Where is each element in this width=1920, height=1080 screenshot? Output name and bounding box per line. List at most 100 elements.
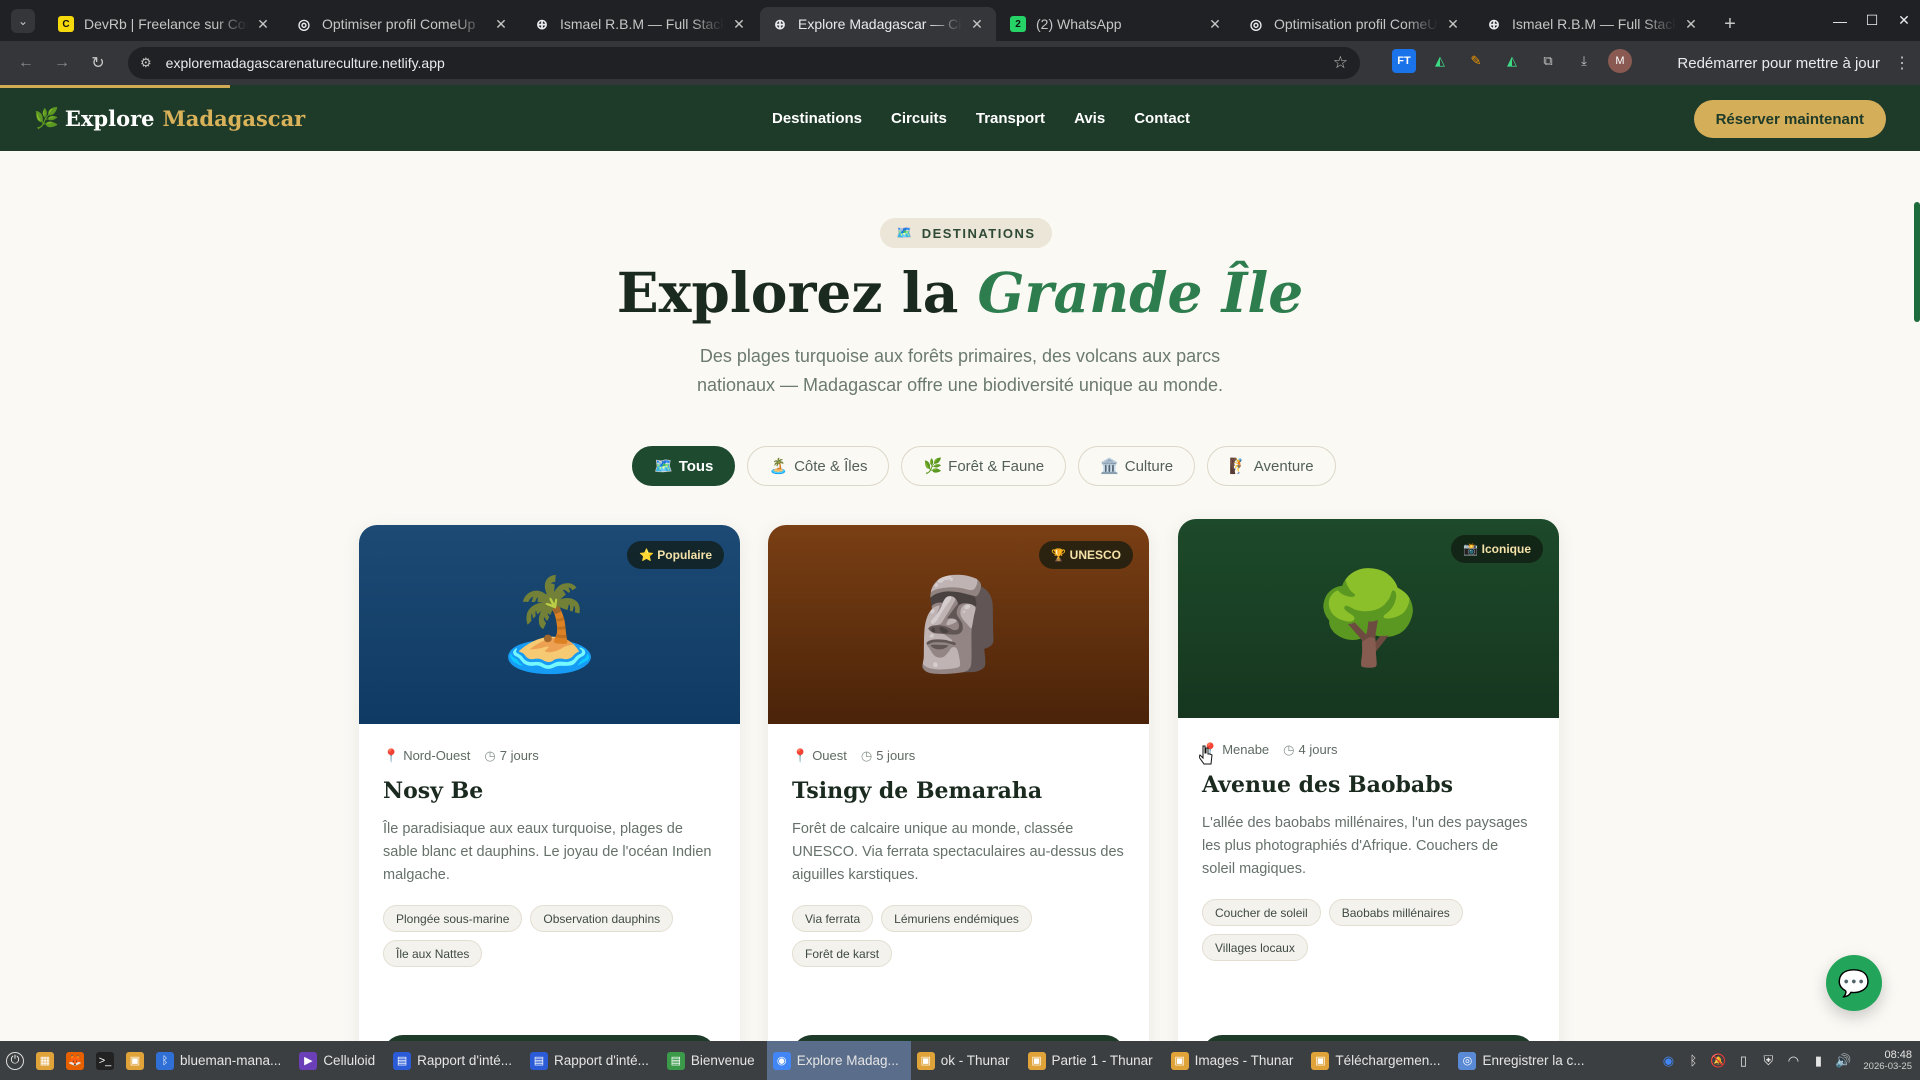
card-image: 📸 Iconique 🌳 — [1178, 519, 1559, 718]
browser-menu-icon[interactable]: ⋮ — [1894, 53, 1910, 73]
tab-favicon-icon: ⊕ — [774, 15, 786, 32]
tab-close-icon[interactable]: ✕ — [1682, 15, 1700, 33]
taskbar-window-button[interactable]: ▣ ok - Thunar — [911, 1041, 1022, 1080]
browser-tab[interactable]: ◎ Optimiser profil ComeUp ✕ — [284, 7, 520, 41]
system-tray: ◉ ᛒ 🔕 ▯ ⛨ ◠ ▮ 🔊 08:48 2026-03-25 — [1659, 1041, 1920, 1080]
wifi-icon[interactable]: ◠ — [1784, 1052, 1802, 1070]
taskbar-window-button[interactable]: ▤ Bienvenue — [661, 1041, 767, 1080]
browser-tab[interactable]: ⊕ Ismael R.B.M — Full Stack Dev ✕ — [1474, 7, 1710, 41]
tab-close-icon[interactable]: ✕ — [968, 15, 986, 33]
tab-favicon-icon: 2 — [1010, 16, 1026, 32]
chrome-tray-icon[interactable]: ◉ — [1659, 1052, 1677, 1070]
section-title-plain: Explorez la — [616, 260, 959, 325]
destination-card[interactable]: ⭐ Populaire 🏝️ 📍 Nord-Ouest ◷ 7 jours Nosy Be Î… — [359, 525, 740, 1041]
back-button[interactable]: ← — [8, 45, 44, 81]
extensions-puzzle-icon[interactable]: ⧉ — [1536, 49, 1560, 73]
reload-button[interactable]: ↻ — [80, 45, 116, 81]
clock[interactable]: 08:48 2026-03-25 — [1863, 1049, 1912, 1073]
filter-all[interactable]: 🗺️ Tous — [632, 446, 736, 486]
bluetooth-tray-icon[interactable]: ᛒ — [1684, 1052, 1702, 1070]
taskbar-launcher[interactable]: ▣ — [120, 1041, 150, 1080]
close-window-icon[interactable]: ✕ — [1888, 12, 1920, 29]
tab-close-icon[interactable]: ✕ — [254, 15, 272, 33]
section-subtitle: Des plages turquoise aux forêts primaire… — [696, 346, 1223, 395]
downloads-icon[interactable]: ⤓ — [1572, 49, 1596, 73]
battery-icon[interactable]: ▮ — [1809, 1052, 1827, 1070]
nav-destinations[interactable]: Destinations — [772, 110, 862, 127]
taskbar-launcher[interactable]: ▦ — [30, 1041, 60, 1080]
page-scrollbar-thumb[interactable] — [1914, 202, 1920, 322]
nav-avis[interactable]: Avis — [1074, 110, 1105, 127]
location-pin-icon: 📍 — [792, 748, 809, 763]
browser-tab[interactable]: ⊕ Explore Madagascar — Circuits ✕ — [760, 7, 996, 41]
tab-close-icon[interactable]: ✕ — [730, 15, 748, 33]
browser-tab[interactable]: ⊕ Ismael R.B.M — Full Stack Dev ✕ — [522, 7, 758, 41]
taskbar-window-button[interactable]: ▤ Rapport d'inté... — [387, 1041, 524, 1080]
taskbar-app-icon: ▣ — [916, 1051, 935, 1070]
nav-circuits[interactable]: Circuits — [891, 110, 947, 127]
address-bar[interactable]: ⚙ exploremadagascarenatureculture.netlif… — [128, 47, 1360, 79]
extension-vue-icon[interactable]: ◭ — [1500, 49, 1524, 73]
card-title[interactable]: Nosy Be — [383, 778, 716, 804]
chat-bubble-icon: 💬 — [1837, 967, 1871, 998]
filter-option[interactable]: 🌿 Forêt & Faune — [901, 446, 1067, 486]
extension-mountain-icon[interactable]: ◭ — [1428, 49, 1452, 73]
destination-card[interactable]: 🏆 UNESCO 🗿 📍 Ouest ◷ 5 jours Tsingy de Bemarah… — [768, 525, 1149, 1041]
destination-card[interactable]: 📸 Iconique 🌳 📍 Menabe ◷ 4 jours Avenue des Bao… — [1178, 519, 1559, 1041]
nav-transport[interactable]: Transport — [976, 110, 1045, 127]
browser-tab[interactable]: 2 (2) WhatsApp ✕ — [998, 7, 1234, 41]
power-icon: ⏻ — [6, 1051, 24, 1070]
profile-avatar[interactable]: M — [1608, 49, 1632, 73]
taskbar-launcher[interactable]: >_ — [90, 1041, 120, 1080]
taskbar-window-button[interactable]: ▣ Images - Thunar — [1165, 1041, 1306, 1080]
site-info-icon[interactable]: ⚙ — [140, 55, 152, 71]
taskbar-window-button[interactable]: ◉ Explore Madag... — [766, 1041, 911, 1080]
taskbar-launcher[interactable]: 🦊 — [60, 1041, 90, 1080]
card-body: 📍 Ouest ◷ 5 jours Tsingy de Bemaraha Forêt de… — [768, 724, 1149, 967]
extension-pen-icon[interactable]: ✎ — [1464, 49, 1488, 73]
notifications-off-icon[interactable]: 🔕 — [1709, 1052, 1727, 1070]
card-tag: Île aux Nattes — [383, 940, 483, 967]
taskbar-window-label: Enregistrer la c... — [1482, 1053, 1585, 1068]
bookmark-star-icon[interactable]: ☆ — [1333, 53, 1348, 73]
maximize-icon[interactable]: ☐ — [1856, 12, 1888, 29]
forward-button[interactable]: → — [44, 45, 80, 81]
url-text[interactable]: exploremadagascarenatureculture.netlify.… — [166, 55, 1333, 71]
card-tag: Plongée sous-marine — [383, 905, 523, 932]
main-nav: Destinations Circuits Transport Avis Con… — [772, 85, 1190, 151]
card-title[interactable]: Avenue des Baobabs — [1202, 772, 1535, 798]
taskbar-window-button[interactable]: ▤ Rapport d'inté... — [524, 1041, 661, 1080]
site-logo[interactable]: 🌿 Explore Madagascar — [34, 106, 305, 131]
filter-option[interactable]: 🧗 Aventure — [1207, 446, 1336, 486]
volume-icon[interactable]: 🔊 — [1834, 1052, 1852, 1070]
tab-search-button[interactable]: ⌄ — [0, 0, 46, 41]
filter-option[interactable]: 🏛️ Culture — [1078, 446, 1196, 486]
book-now-button[interactable]: Réserver maintenant — [1693, 100, 1886, 138]
tab-close-icon[interactable]: ✕ — [492, 15, 510, 33]
chat-button[interactable]: 💬 — [1826, 955, 1882, 1011]
filter-option[interactable]: 🏝️ Côte & Îles — [747, 446, 890, 486]
browser-tab[interactable]: C DevRb | Freelance sur ComeUp ✕ — [46, 7, 282, 41]
card-title[interactable]: Tsingy de Bemaraha — [792, 778, 1125, 804]
tab-close-icon[interactable]: ✕ — [1444, 15, 1462, 33]
new-tab-button[interactable]: + — [1712, 7, 1748, 41]
nav-contact[interactable]: Contact — [1134, 110, 1190, 127]
taskbar-window-button[interactable]: ▣ Partie 1 - Thunar — [1022, 1041, 1165, 1080]
extension-ft-icon[interactable]: FT — [1392, 49, 1416, 73]
tab-close-icon[interactable]: ✕ — [1206, 15, 1224, 33]
taskbar-window-button[interactable]: ᛒ blueman-mana... — [150, 1041, 293, 1080]
browser-tab[interactable]: ◎ Optimisation profil ComeUp ✕ — [1236, 7, 1472, 41]
card-duration: ◷ 7 jours — [484, 748, 538, 764]
taskbar-app-icon: ▶ — [299, 1051, 318, 1070]
taskbar-window-button[interactable]: ▣ Téléchargemen... — [1305, 1041, 1452, 1080]
shield-icon[interactable]: ⛨ — [1759, 1052, 1777, 1070]
clipboard-icon[interactable]: ▯ — [1734, 1052, 1752, 1070]
card-body: 📍 Menabe ◷ 4 jours Avenue des Baobabs L'allée… — [1178, 718, 1559, 961]
start-menu-button[interactable]: ⏻ — [0, 1041, 30, 1080]
filter-label: Aventure — [1253, 457, 1314, 475]
taskbar-window-button[interactable]: ◎ Enregistrer la c... — [1452, 1041, 1596, 1080]
taskbar-window-button[interactable]: ▶ Celluloid — [293, 1041, 387, 1080]
minimize-icon[interactable]: — — [1824, 13, 1856, 29]
relaunch-update-button[interactable]: Redémarrer pour mettre à jour — [1663, 47, 1894, 79]
filter-label: Côte & Îles — [794, 457, 868, 475]
